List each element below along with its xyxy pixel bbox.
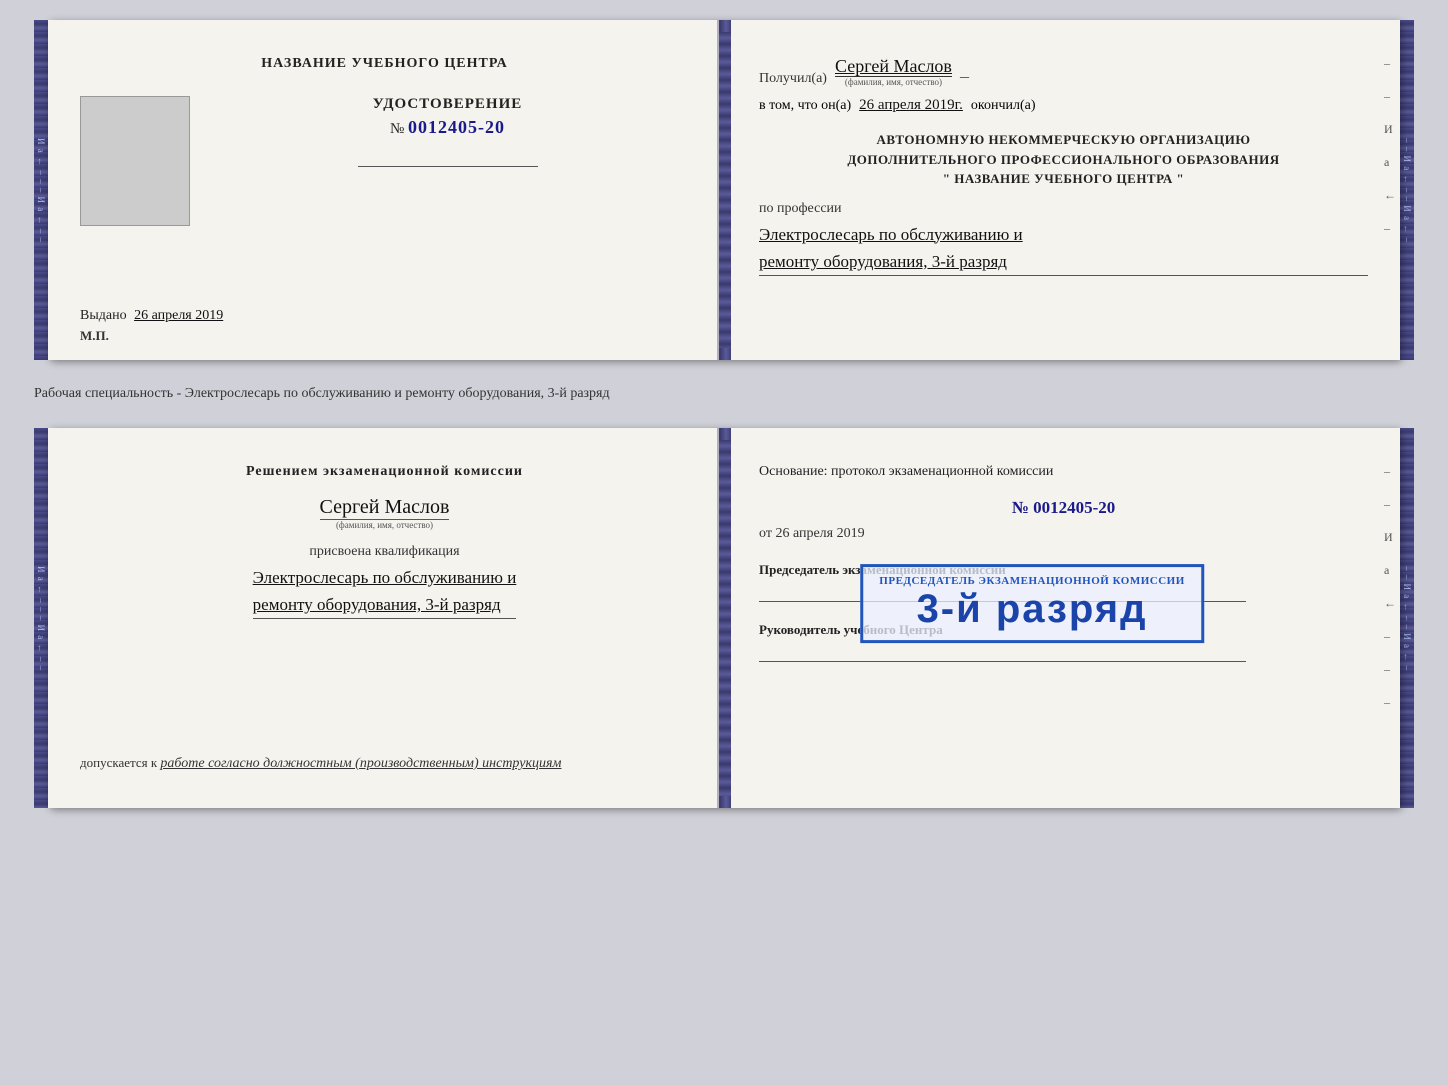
bottom-left-spine-strip: И а ← – – – И а ← – – <box>34 428 48 808</box>
допускается-block: допускается к работе согласно должностны… <box>80 755 689 772</box>
profession-prefix: по профессии <box>759 201 1368 217</box>
bottom-right-edge-letters: – – И а ← – – – <box>1384 464 1396 710</box>
cert-issued-block: Выдано 26 апреля 2019 <box>80 308 223 324</box>
qual-line1: Электрослесарь по обслуживанию и <box>253 564 517 591</box>
qual-prefix: присвоена квалификация <box>309 544 459 560</box>
right-spine-text: – – И а ← – – И а ← – <box>1402 138 1412 243</box>
recipient-name: Сергей Маслов <box>835 56 952 77</box>
basis-date: от 26 апреля 2019 <box>759 526 1368 542</box>
qual-block: Электрослесарь по обслуживанию и ремонту… <box>253 564 517 619</box>
bottom-right-page: Основание: протокол экзаменационной коми… <box>731 428 1400 808</box>
right-spine-strip: – – И а ← – – И а ← – <box>1400 20 1414 360</box>
bottom-spine-text: И а ← – – – И а ← – – <box>36 566 46 671</box>
basis-label: Основание: протокол экзаменационной коми… <box>759 464 1053 479</box>
top-right-page: Получил(а) Сергей Маслов (фамилия, имя, … <box>731 20 1400 360</box>
допускается-prefix: допускается к <box>80 755 157 770</box>
fio-hint: (фамилия, имя, отчество) <box>835 77 952 87</box>
org-block: АВТОНОМНУЮ НЕКОММЕРЧЕСКУЮ ОРГАНИЗАЦИЮ ДО… <box>759 130 1368 189</box>
training-center-title: НАЗВАНИЕ УЧЕБНОГО ЦЕНТРА <box>261 56 507 72</box>
date-row: в том, что он(а) 26 апреля 2019г. окончи… <box>759 97 1368 114</box>
top-left-page: НАЗВАНИЕ УЧЕБНОГО ЦЕНТРА УДОСТОВЕРЕНИЕ №… <box>48 20 719 360</box>
bottom-right-spine-strip: – – И а ← – – И а ← – <box>1400 428 1414 808</box>
issued-label: Выдано <box>80 308 127 323</box>
received-label: Получил(а) <box>759 71 827 87</box>
org-line1: АВТОНОМНУЮ НЕКОММЕРЧЕСКУЮ ОРГАНИЗАЦИЮ <box>759 130 1368 150</box>
profession-line1: Электрослесарь по обслуживанию и <box>759 221 1368 248</box>
center-spine <box>719 20 731 360</box>
org-line2: ДОПОЛНИТЕЛЬНОГО ПРОФЕССИОНАЛЬНОГО ОБРАЗО… <box>759 150 1368 170</box>
cert-label: УДОСТОВЕРЕНИЕ <box>373 96 523 113</box>
org-line3: " НАЗВАНИЕ УЧЕБНОГО ЦЕНТРА " <box>759 169 1368 189</box>
person-name-block: Сергей Маслов (фамилия, имя, отчество) <box>320 496 450 530</box>
stamp-large-text: 3-й разряд <box>879 587 1185 632</box>
basis-date-prefix: от <box>759 526 772 541</box>
profession-line2: ремонту оборудования, 3-й разряд <box>759 248 1368 275</box>
bottom-left-page: Решением экзаменационной комиссии Сергей… <box>48 428 719 808</box>
right-edge-letters: – – И а ← – <box>1384 56 1396 236</box>
cert-number-prefix: № <box>390 121 404 137</box>
top-certificate-card: И а ← – – – И а ← – – НАЗВАНИЕ УЧЕБНОГО … <box>34 20 1414 360</box>
qual-line2: ремонту оборудования, 3-й разряд <box>253 591 517 618</box>
finished-label: окончил(а) <box>971 98 1036 114</box>
stamp-overlay: Председатель экзаменационной комиссии 3-… <box>860 564 1204 643</box>
bottom-certificate-card: И а ← – – – И а ← – – Решением экзаменац… <box>34 428 1414 808</box>
basis-number: № 0012405-20 <box>759 498 1368 518</box>
decision-title: Решением экзаменационной комиссии <box>80 464 689 480</box>
cert-number-value: 0012405-20 <box>408 117 505 137</box>
cert-number-line: № 0012405-20 <box>390 117 505 138</box>
date-prefix: в том, что он(а) <box>759 98 851 114</box>
cert-center-block: УДОСТОВЕРЕНИЕ № 0012405-20 <box>80 96 689 226</box>
допускается-value: работе согласно должностным (производств… <box>160 756 561 771</box>
profession-block: Электрослесарь по обслуживанию и ремонту… <box>759 221 1368 276</box>
dash: – <box>960 66 969 87</box>
issued-date: 26 апреля 2019 <box>134 308 223 323</box>
spine-text: И а ← – – – И а ← – – <box>36 138 46 243</box>
bottom-right-spine-text: – – И а ← – – И а ← – <box>1402 566 1412 671</box>
basis-block: Основание: протокол экзаменационной коми… <box>759 464 1368 480</box>
stamp-small-text: Председатель экзаменационной комиссии <box>879 575 1185 587</box>
left-spine-strip: И а ← – – – И а ← – – <box>34 20 48 360</box>
recipient-block: Сергей Маслов (фамилия, имя, отчество) <box>835 56 952 87</box>
basis-date-value: 26 апреля 2019 <box>775 526 864 541</box>
recipient-row: Получил(а) Сергей Маслов (фамилия, имя, … <box>759 56 1368 87</box>
cert-number-block: УДОСТОВЕРЕНИЕ № 0012405-20 <box>206 96 689 175</box>
person-fio-hint: (фамилия, имя, отчество) <box>320 520 450 530</box>
photo-placeholder <box>80 96 190 226</box>
bottom-center-spine <box>719 428 731 808</box>
date-value: 26 апреля 2019г. <box>859 97 963 114</box>
basis-number-value: 0012405-20 <box>1033 498 1115 517</box>
between-text: Рабочая специальность - Электрослесарь п… <box>34 378 1414 410</box>
person-name: Сергей Маслов <box>320 496 450 520</box>
basis-number-prefix: № <box>1012 498 1029 517</box>
mp-label: М.П. <box>80 328 109 344</box>
